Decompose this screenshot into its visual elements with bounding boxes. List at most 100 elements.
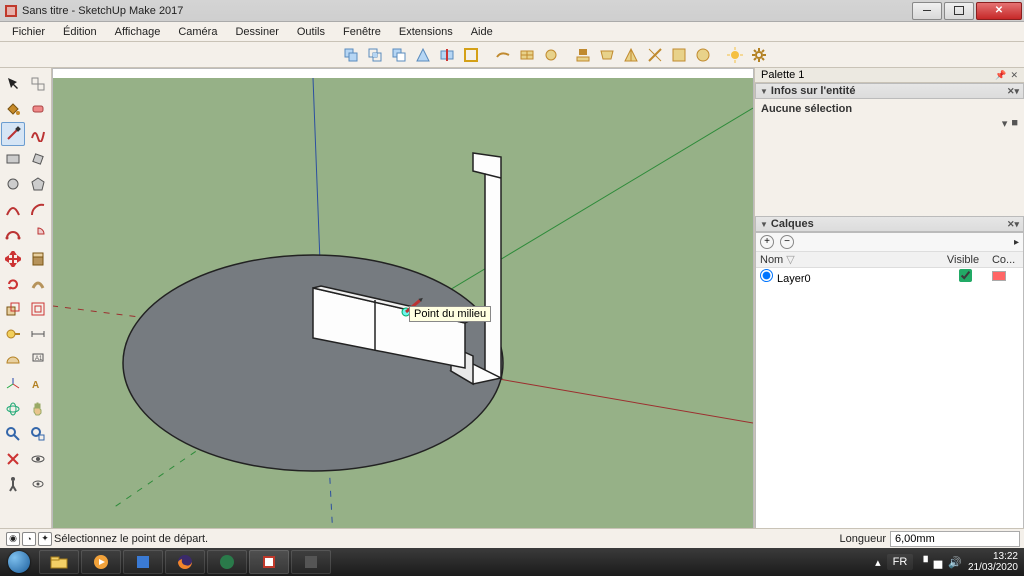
text-tool[interactable]: A1: [27, 347, 51, 371]
layers-col-color[interactable]: Co...: [988, 252, 1023, 268]
layers-header[interactable]: Calques ✕▾: [755, 216, 1024, 232]
menu-aide[interactable]: Aide: [463, 24, 501, 40]
toolbar-sandbox-stamp-button[interactable]: [572, 44, 594, 66]
dimension-tool[interactable]: [27, 322, 51, 346]
taskbar-app-3[interactable]: [123, 550, 163, 574]
menu-dessiner[interactable]: Dessiner: [227, 24, 286, 40]
followme-tool[interactable]: [27, 272, 51, 296]
paint-bucket-tool[interactable]: [1, 97, 25, 121]
toolbar-sandbox-adddetail-button[interactable]: [620, 44, 642, 66]
add-layer-button[interactable]: +: [760, 235, 774, 249]
toolbar-sun-button[interactable]: [724, 44, 746, 66]
menu-camera[interactable]: Caméra: [170, 24, 225, 40]
lookaround-tool[interactable]: [27, 447, 51, 471]
orbit-tool[interactable]: [1, 397, 25, 421]
palette-tab[interactable]: Palette 1 📌 ✕: [755, 68, 1024, 83]
tray-chevron-icon[interactable]: ▴: [875, 556, 881, 569]
3dtext-tool[interactable]: A: [27, 372, 51, 396]
sectionplane-tool[interactable]: [27, 472, 51, 496]
taskbar-sketchup[interactable]: [249, 550, 289, 574]
menu-extensions[interactable]: Extensions: [391, 24, 461, 40]
tray-network-icon[interactable]: ▅: [934, 556, 942, 569]
pie-tool[interactable]: [27, 222, 51, 246]
arc-tool[interactable]: [1, 197, 25, 221]
axes-tool[interactable]: [1, 372, 25, 396]
rotate-tool[interactable]: [1, 272, 25, 296]
offset-tool[interactable]: [27, 297, 51, 321]
tray-clock[interactable]: 13:22 21/03/2020: [968, 551, 1018, 573]
tray-flag-icon[interactable]: ▝: [919, 556, 927, 569]
menu-fenetre[interactable]: Fenêtre: [335, 24, 389, 40]
select-tool[interactable]: [1, 72, 25, 96]
eraser-tool[interactable]: [27, 97, 51, 121]
toolbar-solid-subtract-button[interactable]: [388, 44, 410, 66]
polygon-tool[interactable]: [27, 172, 51, 196]
move-tool[interactable]: [1, 247, 25, 271]
menu-affichage[interactable]: Affichage: [107, 24, 169, 40]
layers-col-name[interactable]: Nom ▽: [756, 252, 943, 268]
measure-input[interactable]: [890, 531, 1020, 547]
toolbar-sandbox-smoove-button[interactable]: [540, 44, 562, 66]
entity-info-close-icon[interactable]: ✕▾: [1007, 86, 1019, 97]
layer-visible-checkbox[interactable]: [959, 269, 972, 282]
remove-layer-button[interactable]: −: [780, 235, 794, 249]
menu-outils[interactable]: Outils: [289, 24, 333, 40]
rectangle-tool[interactable]: [1, 147, 25, 171]
toolbar-extra-1-button[interactable]: [668, 44, 690, 66]
taskbar-mediaplayer[interactable]: [81, 550, 121, 574]
zoomextents-tool[interactable]: [27, 422, 51, 446]
status-person-icon[interactable]: ◉: [6, 532, 20, 546]
entity-info-header[interactable]: Infos sur l'entité ✕▾: [755, 83, 1024, 99]
walk-tool[interactable]: [1, 472, 25, 496]
toolbar-solid-intersect-button[interactable]: [364, 44, 386, 66]
positioncamera-tool[interactable]: [1, 447, 25, 471]
toolbar-solid-split-button[interactable]: [436, 44, 458, 66]
2point-arc-tool[interactable]: [27, 197, 51, 221]
scale-tool[interactable]: [1, 297, 25, 321]
toolbar-solid-union-button[interactable]: [340, 44, 362, 66]
close-button[interactable]: [976, 2, 1022, 20]
make-component-tool[interactable]: [27, 72, 51, 96]
menu-fichier[interactable]: Fichier: [4, 24, 53, 40]
entity-info-expand-icon[interactable]: ▾: [1002, 117, 1008, 130]
tray-language[interactable]: FR: [887, 554, 914, 570]
taskbar-explorer[interactable]: [39, 550, 79, 574]
entity-info-settings-icon[interactable]: ■: [1011, 117, 1018, 130]
toolbar-extra-2-button[interactable]: [692, 44, 714, 66]
palette-close-icon[interactable]: ✕: [1010, 70, 1018, 81]
layer-active-radio[interactable]: [760, 269, 773, 282]
toolbar-solid-trim-button[interactable]: [412, 44, 434, 66]
toolbar-sandbox-fromcontours-button[interactable]: [492, 44, 514, 66]
toolbar-sandbox-drape-button[interactable]: [596, 44, 618, 66]
layer-row[interactable]: Layer0: [756, 268, 1023, 287]
3d-viewport[interactable]: Point du milieu: [52, 68, 754, 548]
taskbar-firefox[interactable]: [165, 550, 205, 574]
protractor-tool[interactable]: [1, 347, 25, 371]
toolbar-sandbox-flipedge-button[interactable]: [644, 44, 666, 66]
pushpull-tool[interactable]: [27, 247, 51, 271]
freehand-tool[interactable]: [27, 122, 51, 146]
rotated-rectangle-tool[interactable]: [27, 147, 51, 171]
zoom-tool[interactable]: [1, 422, 25, 446]
3point-arc-tool[interactable]: [1, 222, 25, 246]
line-tool[interactable]: [1, 122, 25, 146]
circle-tool[interactable]: [1, 172, 25, 196]
status-geo-icon[interactable]: ◔: [22, 532, 36, 546]
maximize-button[interactable]: [944, 2, 974, 20]
pan-tool[interactable]: [27, 397, 51, 421]
menu-edition[interactable]: Édition: [55, 24, 105, 40]
toolbar-solid-outershell-button[interactable]: [460, 44, 482, 66]
start-button[interactable]: [0, 548, 38, 576]
taskbar-app-5[interactable]: [207, 550, 247, 574]
status-credits-icon[interactable]: ✦: [38, 532, 52, 546]
layers-menu-button[interactable]: ▸: [1014, 237, 1019, 248]
palette-pin-icon[interactable]: 📌: [995, 70, 1006, 81]
minimize-button[interactable]: [912, 2, 942, 20]
layers-col-visible[interactable]: Visible: [943, 252, 988, 268]
layers-close-icon[interactable]: ✕▾: [1007, 219, 1019, 230]
toolbar-sandbox-fromscratch-button[interactable]: [516, 44, 538, 66]
layer-color-swatch[interactable]: [992, 271, 1006, 281]
taskbar-app-7[interactable]: [291, 550, 331, 574]
tapemeasure-tool[interactable]: [1, 322, 25, 346]
toolbar-settings-button[interactable]: [748, 44, 770, 66]
